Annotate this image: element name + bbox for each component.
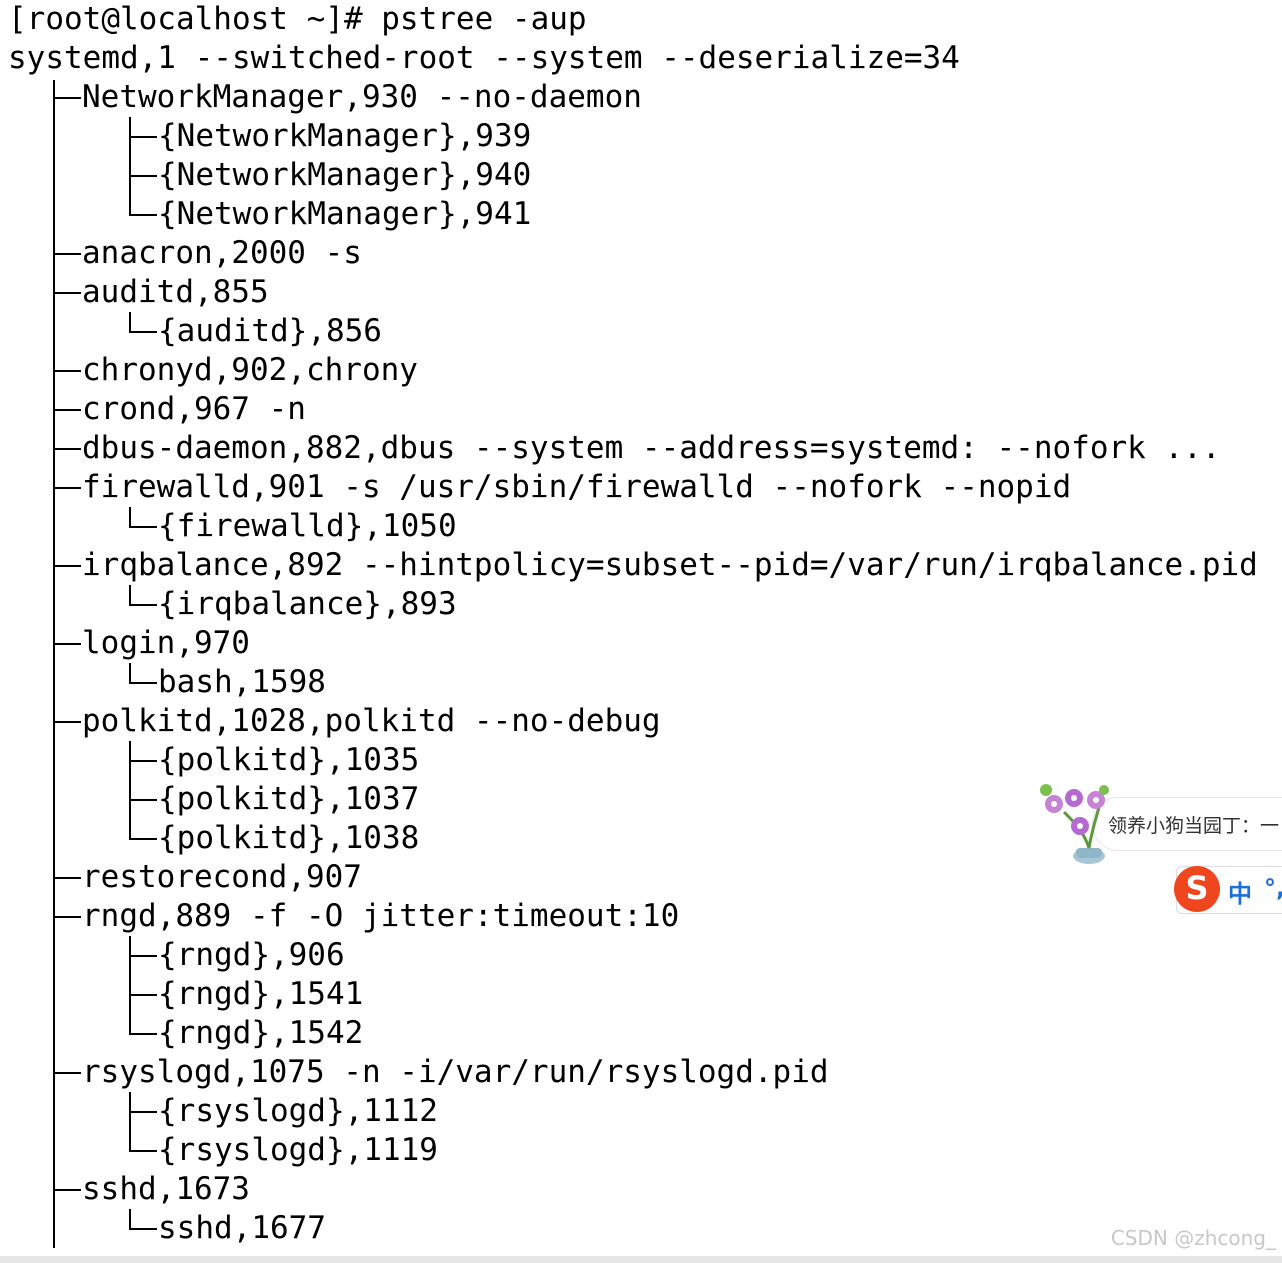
tree-sub-line	[129, 507, 131, 527]
child-process-line: bash,1598	[158, 664, 326, 700]
tree-branch	[53, 487, 81, 489]
tree-branch	[53, 721, 81, 723]
thread-line: {rngd},1542	[158, 1015, 364, 1051]
tree-branch	[129, 1111, 157, 1113]
thread-line: {auditd},856	[158, 313, 382, 349]
tree-branch	[129, 955, 157, 957]
tree-sub-line	[129, 585, 131, 605]
process-line: crond,967 -n	[82, 391, 306, 427]
tree-sub-line	[129, 663, 131, 683]
tree-branch	[53, 1189, 81, 1191]
tree-branch	[129, 136, 157, 138]
tree-branch	[129, 1150, 157, 1152]
tree-branch	[53, 1072, 81, 1074]
tree-sub-line	[129, 312, 131, 332]
process-line: NetworkManager,930 --no-daemon	[82, 79, 642, 115]
thread-line: {NetworkManager},939	[158, 118, 532, 154]
process-line: polkitd,1028,polkitd --no-debug	[82, 703, 661, 739]
bottom-scrollbar[interactable]	[0, 1256, 1282, 1263]
tree-branch	[53, 97, 81, 99]
process-line: chronyd,902,chrony	[82, 352, 418, 388]
tree-branch	[129, 838, 157, 840]
process-line: login,970	[82, 625, 250, 661]
tree-branch	[129, 994, 157, 996]
tree-branch	[129, 526, 157, 528]
ime-chinese-mode-toggle[interactable]: 中	[1228, 874, 1252, 909]
thread-line: {polkitd},1037	[158, 781, 420, 817]
tree-branch	[53, 877, 81, 879]
tree-branch	[53, 565, 81, 567]
root-process-line: systemd,1 --switched-root --system --des…	[8, 40, 960, 76]
tree-sub-line	[129, 741, 131, 839]
thread-line: {polkitd},1038	[158, 820, 420, 856]
child-process-line: sshd,1677	[158, 1210, 326, 1246]
process-line: sshd,1673	[82, 1171, 250, 1207]
thread-line: {rngd},1541	[158, 976, 364, 1012]
process-line: firewalld,901 -s /usr/sbin/firewalld --n…	[82, 469, 1072, 505]
thread-line: {firewalld},1050	[158, 508, 457, 544]
process-line: dbus-daemon,882,dbus --system --address=…	[82, 430, 1221, 466]
tree-sub-line	[129, 936, 131, 1034]
tree-branch	[129, 175, 157, 177]
tree-branch	[53, 370, 81, 372]
tree-branch	[129, 214, 157, 216]
tree-branch	[53, 916, 81, 918]
prompt-line: [root@localhost ~]# pstree -aup	[8, 1, 587, 37]
tree-branch	[129, 799, 157, 801]
sogou-logo-icon[interactable]: S	[1174, 866, 1220, 912]
tree-branch	[129, 760, 157, 762]
process-line: rngd,889 -f -O jitter:timeout:10	[82, 898, 680, 934]
thread-line: {rsyslogd},1112	[158, 1093, 438, 1129]
thread-line: {NetworkManager},941	[158, 196, 532, 232]
tree-branch	[53, 292, 81, 294]
ime-punctuation-toggle[interactable]: °,	[1264, 874, 1282, 902]
tree-branch	[129, 1033, 157, 1035]
thread-line: {NetworkManager},940	[158, 157, 532, 193]
tree-branch	[129, 1228, 157, 1230]
process-line: restorecond,907	[82, 859, 362, 895]
thread-line: {irqbalance},893	[158, 586, 457, 622]
csdn-watermark: CSDN @zhcong_	[1110, 1226, 1276, 1250]
process-line: irqbalance,892 --hintpolicy=subset--pid=…	[82, 547, 1258, 583]
tree-sub-line	[129, 1092, 131, 1151]
process-line: rsyslogd,1075 -n -i/var/run/rsyslogd.pid	[82, 1054, 829, 1090]
tree-branch	[129, 331, 157, 333]
process-line: auditd,855	[82, 274, 269, 310]
tree-sub-line	[129, 1209, 131, 1229]
tree-branch	[53, 448, 81, 450]
tree-branch	[53, 253, 81, 255]
thread-line: {rngd},906	[158, 937, 345, 973]
tree-branch	[53, 643, 81, 645]
tree-sub-line	[129, 117, 131, 215]
terminal-output: [root@localhost ~]# pstree -aup systemd,…	[0, 0, 1282, 1256]
flower-pot-icon[interactable]	[1034, 782, 1114, 868]
tree-branch	[129, 604, 157, 606]
tree-branch	[129, 682, 157, 684]
process-line: anacron,2000 -s	[82, 235, 362, 271]
tree-branch	[53, 409, 81, 411]
thread-line: {polkitd},1035	[158, 742, 420, 778]
thread-line: {rsyslogd},1119	[158, 1132, 438, 1168]
pet-popup-text: 领养小狗当园丁：一	[1108, 815, 1280, 837]
